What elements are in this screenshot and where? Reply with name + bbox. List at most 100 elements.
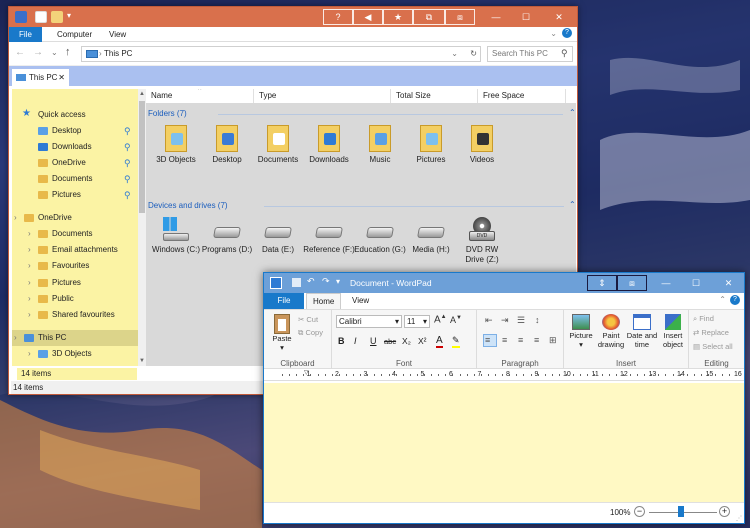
address-bar[interactable]: › This PC ⌄ ↻ bbox=[81, 46, 481, 62]
address-dropdown-icon[interactable]: ⌄ bbox=[451, 47, 458, 61]
find-button[interactable]: ⌕ Find bbox=[693, 314, 714, 323]
sidebar-item-onedrive-quick[interactable]: OneDrive ⚲ bbox=[12, 155, 138, 171]
highlight-button[interactable]: ✎ bbox=[452, 335, 460, 348]
line-spacing-icon[interactable]: ↕ bbox=[535, 315, 540, 325]
close-button[interactable]: ✕ bbox=[713, 273, 744, 293]
folder-videos[interactable]: Videos bbox=[456, 123, 508, 165]
picture-button[interactable]: Picture ▾ bbox=[567, 314, 595, 349]
underline-button[interactable]: U bbox=[370, 336, 377, 346]
sidebar-item-documents[interactable]: Documents ⚲ bbox=[12, 171, 138, 187]
pin-icon[interactable]: ⚲ bbox=[124, 123, 131, 139]
search-icon[interactable]: ⚲ bbox=[561, 48, 568, 59]
up-arrow-icon[interactable]: ↑ bbox=[65, 46, 71, 58]
chevron-right-icon[interactable]: › bbox=[28, 258, 31, 274]
folder-downloads[interactable]: Downloads bbox=[303, 123, 355, 165]
sidebar-item-3d-objects[interactable]: › 3D Objects bbox=[12, 346, 138, 362]
scrollbar-thumb[interactable] bbox=[139, 101, 145, 213]
drive-dvd-z[interactable]: DVD DVD RW Drive (Z:) bbox=[456, 217, 508, 265]
drive-windows-c[interactable]: Windows (C:) bbox=[150, 217, 202, 255]
sidebar-item-onedrive-documents[interactable]: › Documents bbox=[12, 226, 138, 242]
maximize-button[interactable]: ☐ bbox=[511, 7, 541, 27]
indent-marker-icon[interactable]: ▽ bbox=[304, 369, 309, 376]
increase-indent-icon[interactable]: ⇥ bbox=[501, 315, 509, 326]
sidebar-item-favourites[interactable]: › Favourites bbox=[12, 258, 138, 274]
copy-button[interactable]: ⧉ Copy bbox=[298, 328, 323, 337]
sidebar-item-public[interactable]: › Public bbox=[12, 291, 138, 307]
chevron-right-icon[interactable]: › bbox=[14, 330, 17, 346]
close-button[interactable]: ✕ bbox=[543, 7, 575, 27]
paste-button[interactable]: Paste ▾ bbox=[269, 314, 295, 352]
insert-object-button[interactable]: Insert object bbox=[658, 314, 688, 349]
back-title-button[interactable]: ◀ bbox=[353, 9, 383, 25]
back-arrow-icon[interactable]: ← bbox=[15, 47, 25, 58]
pin-icon[interactable]: ⚲ bbox=[124, 187, 131, 203]
minimize-button[interactable]: — bbox=[481, 7, 511, 27]
drive-data-e[interactable]: Data (E:) bbox=[252, 217, 304, 255]
zoom-in-button[interactable]: + bbox=[719, 506, 730, 517]
cut-button[interactable]: ✂ Cut bbox=[298, 315, 318, 324]
sidebar-item-email-attachments[interactable]: › Email attachments bbox=[12, 242, 138, 258]
help-icon[interactable]: ? bbox=[730, 295, 740, 305]
font-family-select[interactable]: Calibri ▾ bbox=[336, 315, 402, 328]
forward-arrow-icon[interactable]: → bbox=[33, 47, 43, 58]
bold-button[interactable]: B bbox=[338, 336, 345, 346]
qat-dropdown-icon[interactable]: ▾ bbox=[336, 277, 340, 286]
folders-group-header[interactable]: Folders (7) bbox=[148, 109, 187, 118]
sidebar-item-downloads[interactable]: Downloads ⚲ bbox=[12, 139, 138, 155]
sidebar-item-onedrive[interactable]: › OneDrive bbox=[12, 210, 138, 226]
save-icon[interactable] bbox=[292, 278, 301, 287]
font-size-select[interactable]: 11 ▾ bbox=[404, 315, 430, 328]
chevron-right-icon[interactable]: › bbox=[28, 346, 31, 362]
select-all-button[interactable]: ▤ Select all bbox=[693, 342, 733, 351]
document-area[interactable] bbox=[264, 383, 744, 502]
tab-view[interactable]: View bbox=[346, 293, 375, 309]
decrease-indent-icon[interactable]: ⇤ bbox=[485, 315, 493, 326]
folder-music[interactable]: Music bbox=[354, 123, 406, 165]
drive-education-g[interactable]: Education (G:) bbox=[354, 217, 406, 255]
collapse-group-icon[interactable]: ⌃ bbox=[569, 108, 576, 117]
tab-this-pc[interactable]: This PC ✕ bbox=[12, 69, 69, 86]
collapse-group-icon[interactable]: ⌃ bbox=[569, 200, 576, 209]
wordpad-title-bar[interactable]: ↶ ↷ ▾ Document - WordPad ⇕ ⧈ — ☐ ✕ bbox=[264, 273, 744, 293]
column-free-space[interactable]: Free Space bbox=[478, 89, 566, 103]
expand-ribbon-icon[interactable]: ⌄ bbox=[550, 29, 557, 38]
new-folder-icon[interactable] bbox=[51, 11, 63, 23]
sidebar-item-this-pc[interactable]: › This PC bbox=[12, 330, 138, 346]
chevron-right-icon[interactable]: › bbox=[28, 291, 31, 307]
chevron-right-icon[interactable]: › bbox=[28, 242, 31, 258]
resize-grip-icon[interactable]: ⋰ bbox=[736, 515, 742, 522]
folder-pictures[interactable]: Pictures bbox=[405, 123, 457, 165]
paragraph-settings-icon[interactable]: ⊞ bbox=[549, 335, 557, 346]
drive-reference-f[interactable]: Reference (F:) bbox=[303, 217, 355, 255]
restore-title-button[interactable]: ⧉ bbox=[413, 9, 445, 25]
date-time-button[interactable]: Date and time bbox=[626, 314, 658, 349]
column-type[interactable]: Type bbox=[254, 89, 391, 103]
zoom-out-button[interactable]: − bbox=[634, 506, 645, 517]
redo-icon[interactable]: ↷ bbox=[322, 276, 330, 287]
snap-button[interactable]: ⧈ bbox=[617, 275, 647, 291]
qat-dropdown-icon[interactable]: ▾ bbox=[67, 11, 71, 20]
shrink-font-icon[interactable]: A▼ bbox=[450, 315, 462, 325]
sidebar-item-quick-access[interactable]: ★ Quick access bbox=[12, 107, 138, 123]
snap-up-button[interactable]: ⇕ bbox=[587, 275, 617, 291]
properties-icon[interactable] bbox=[35, 11, 47, 23]
nav-scrollbar[interactable]: ▲ ▼ bbox=[138, 89, 146, 366]
folder-3d-objects[interactable]: 3D Objects bbox=[150, 123, 202, 165]
drives-group-header[interactable]: Devices and drives (7) bbox=[148, 201, 228, 210]
paint-drawing-button[interactable]: Paint drawing bbox=[596, 314, 626, 349]
sidebar-item-desktop[interactable]: Desktop ⚲ bbox=[12, 123, 138, 139]
bullets-icon[interactable]: ☰ bbox=[517, 315, 525, 326]
explorer-title-bar[interactable]: ▾ ? ◀ ★ ⧉ ⧈ — ☐ ✕ bbox=[9, 7, 577, 27]
tab-close-icon[interactable]: ✕ bbox=[58, 69, 65, 86]
strikethrough-button[interactable]: abc bbox=[384, 337, 396, 346]
tab-home[interactable]: Home bbox=[306, 293, 342, 309]
tab-file[interactable]: File bbox=[264, 293, 304, 309]
align-center-icon[interactable]: ≡ bbox=[502, 335, 507, 345]
tab-view[interactable]: View bbox=[103, 27, 132, 42]
tab-computer[interactable]: Computer bbox=[51, 27, 98, 42]
italic-button[interactable]: I bbox=[354, 336, 357, 346]
text-color-button[interactable]: A bbox=[436, 335, 443, 348]
pin-icon[interactable]: ⚲ bbox=[124, 139, 131, 155]
help-icon[interactable]: ? bbox=[562, 28, 572, 38]
minimize-button[interactable]: — bbox=[651, 273, 681, 293]
